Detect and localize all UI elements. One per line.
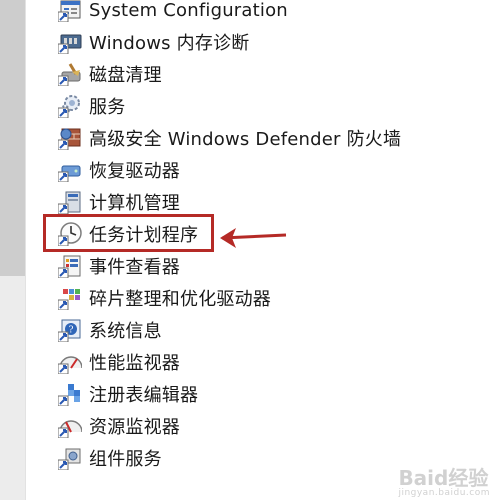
system-configuration-icon (58, 0, 82, 22)
item-label: 计算机管理 (89, 193, 180, 214)
defragment-icon (58, 286, 82, 310)
list-item-services[interactable]: 服务 (58, 90, 401, 122)
list-item-resource-monitor[interactable]: 资源监视器 (58, 410, 401, 442)
item-label: 组件服务 (89, 449, 162, 470)
registry-editor-icon (58, 382, 82, 406)
watermark-subtext: jingyan.baidu.com (398, 488, 490, 498)
list-item-system-configuration[interactable]: System Configuration (58, 0, 401, 26)
item-label: 系统信息 (89, 321, 162, 342)
item-label: System Configuration (89, 0, 288, 21)
item-label: 磁盘清理 (89, 65, 162, 86)
list-item-registry-editor[interactable]: 注册表编辑器 (58, 378, 401, 410)
list-item-system-information[interactable]: ? 系统信息 (58, 314, 401, 346)
scrollbar-thumb[interactable] (0, 0, 26, 276)
list-item-performance-monitor[interactable]: 性能监视器 (58, 346, 401, 378)
list-item-event-viewer[interactable]: 事件查看器 (58, 250, 401, 282)
item-label: 资源监视器 (89, 417, 180, 438)
highlight-box (43, 214, 214, 252)
list-item-firewall[interactable]: 高级安全 Windows Defender 防火墙 (58, 122, 401, 154)
services-icon (58, 94, 82, 118)
computer-management-icon (58, 190, 82, 214)
list-item-component-services[interactable]: 组件服务 (58, 442, 401, 474)
item-label: 事件查看器 (89, 257, 180, 278)
event-viewer-icon (58, 254, 82, 278)
svg-text:?: ? (69, 326, 74, 336)
item-label: Windows 内存诊断 (89, 33, 250, 54)
watermark-text: Baid经验 (398, 466, 489, 490)
list-item-disk-cleanup[interactable]: 磁盘清理 (58, 58, 401, 90)
component-services-icon (58, 446, 82, 470)
firewall-icon (58, 126, 82, 150)
item-label: 碎片整理和优化驱动器 (89, 289, 271, 310)
left-scrollbar[interactable] (0, 0, 26, 500)
item-label: 恢复驱动器 (89, 161, 180, 182)
memory-diagnostic-icon (58, 30, 82, 54)
annotation-arrow-icon (220, 228, 287, 248)
item-label: 注册表编辑器 (89, 385, 199, 406)
list-item-defragment[interactable]: 碎片整理和优化驱动器 (58, 282, 401, 314)
watermark: Baid经验 jingyan.baidu.com (398, 462, 490, 498)
divider (25, 0, 26, 500)
disk-cleanup-icon (58, 62, 82, 86)
item-label: 性能监视器 (89, 353, 180, 374)
list-item-recovery-drive[interactable]: 恢复驱动器 (58, 154, 401, 186)
system-information-icon: ? (58, 318, 82, 342)
item-label: 服务 (89, 97, 126, 118)
recovery-drive-icon (58, 158, 82, 182)
item-label: 高级安全 Windows Defender 防火墙 (89, 129, 402, 150)
performance-monitor-icon (58, 350, 82, 374)
resource-monitor-icon (58, 414, 82, 438)
list-item-memory-diagnostic[interactable]: Windows 内存诊断 (58, 26, 401, 58)
